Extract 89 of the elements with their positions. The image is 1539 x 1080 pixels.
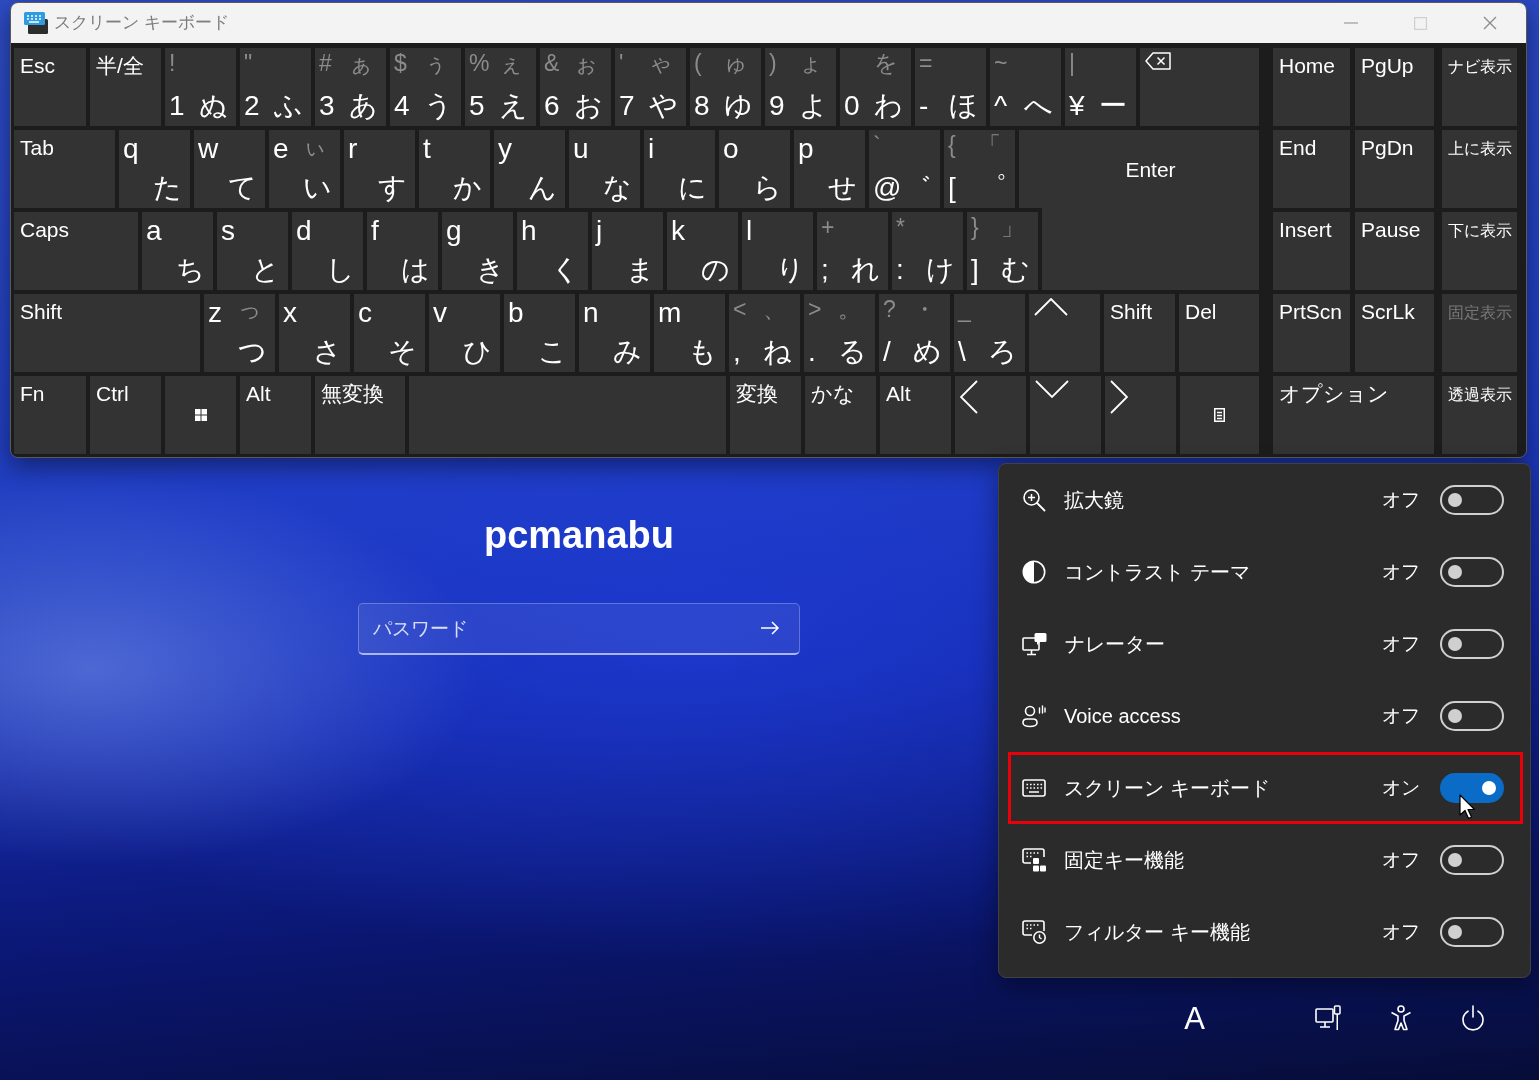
- keyboard-key[interactable]: b こ: [504, 294, 575, 372]
- chevron-up-icon: [1034, 298, 1068, 316]
- keyboard-key[interactable]: ? ・ / め: [879, 294, 950, 372]
- keyboard-key[interactable]: { 「 [ ゜: [944, 130, 1015, 208]
- keyboard-key[interactable]: p せ: [794, 130, 865, 208]
- keyboard-key[interactable]: [165, 376, 236, 454]
- keyboard-key[interactable]: Tab: [14, 130, 115, 208]
- toggle-state-label: オフ: [1382, 919, 1420, 944]
- keyboard-key[interactable]: * : け: [892, 212, 963, 290]
- keyboard-key[interactable]: End: [1273, 130, 1350, 208]
- keyboard-key[interactable]: Pause: [1355, 212, 1434, 290]
- chevron-left-icon: [960, 380, 978, 414]
- toggle-state-label: オフ: [1382, 559, 1420, 584]
- keyboard-key[interactable]: + ; れ: [817, 212, 888, 290]
- toggle-switch[interactable]: [1440, 773, 1504, 803]
- keyboard-key[interactable]: PrtScn: [1273, 294, 1350, 372]
- input-mode-indicator[interactable]: A: [1184, 1002, 1205, 1034]
- keyboard-key[interactable]: PgUp: [1355, 48, 1434, 126]
- chevron-right-icon: [1110, 380, 1128, 414]
- keyboard-blocks-icon: [1022, 848, 1046, 872]
- keyboard-key[interactable]: _ \ ろ: [954, 294, 1025, 372]
- keyboard-key[interactable]: 無変換: [315, 376, 405, 454]
- power-icon[interactable]: [1461, 1005, 1485, 1031]
- keyboard-key[interactable]: } 」 ] む: [967, 212, 1038, 290]
- setting-label: コントラスト テーマ: [1064, 560, 1250, 585]
- keyboard-key[interactable]: ~ ^ へ: [990, 48, 1061, 126]
- window-title: スクリーン キーボード: [54, 12, 229, 35]
- accessibility-icon[interactable]: [1390, 1005, 1412, 1031]
- arrow-right-icon[interactable]: [760, 620, 780, 636]
- monitor-speech-icon: [1022, 632, 1047, 656]
- chevron-down-icon: [1035, 380, 1069, 398]
- keyboard-key[interactable]: ScrLk: [1355, 294, 1434, 372]
- keyboard-key[interactable]: Shift: [1104, 294, 1175, 372]
- monitor-plug-icon[interactable]: [1315, 1005, 1341, 1031]
- keyboard-clock-icon: [1022, 920, 1046, 944]
- keyboard-key[interactable]: かな: [805, 376, 876, 454]
- setting-label: Voice access: [1064, 704, 1181, 729]
- keyboard-key[interactable]: Ctrl: [90, 376, 161, 454]
- keyboard-key[interactable]: v ひ: [429, 294, 500, 372]
- setting-label: 固定キー機能: [1064, 848, 1184, 873]
- contrast-icon: [1022, 560, 1046, 584]
- keyboard-key[interactable]: < 、 , ね: [729, 294, 800, 372]
- username: pcmanabu: [482, 513, 675, 558]
- keyboard-key[interactable]: | ¥ ー: [1065, 48, 1136, 126]
- keyboard-key[interactable]: > 。 . る: [804, 294, 875, 372]
- close-icon[interactable]: [1483, 16, 1497, 30]
- keyboard-key[interactable]: 下に表示: [1442, 212, 1517, 290]
- keyboard-key[interactable]: 変換: [730, 376, 801, 454]
- four-squares-icon: [194, 409, 207, 421]
- keyboard-icon: [1022, 779, 1046, 797]
- keyboard-key[interactable]: Del: [1179, 294, 1259, 372]
- keyboard-key[interactable]: 上に表示: [1442, 130, 1517, 208]
- keyboard-key[interactable]: ` @゛: [869, 130, 940, 208]
- keyboard-key[interactable]: Insert: [1273, 212, 1350, 290]
- setting-label: フィルター キー機能: [1064, 920, 1250, 945]
- keyboard-key[interactable]: オプション: [1273, 376, 1434, 454]
- setting-label: スクリーン キーボード: [1064, 776, 1270, 801]
- setting-label: 拡大鏡: [1064, 488, 1124, 513]
- person-voice-icon: [1022, 704, 1046, 728]
- keyboard-key[interactable]: ナビ表示: [1442, 48, 1517, 126]
- keyboard-key[interactable]: Alt: [880, 376, 951, 454]
- toggle-state-label: オフ: [1382, 703, 1420, 728]
- setting-label: ナレーター: [1065, 632, 1165, 657]
- keyboard-key[interactable]: m も: [654, 294, 725, 372]
- keyboard-key[interactable]: Home: [1273, 48, 1350, 126]
- keyboard-key[interactable]: l り: [742, 212, 813, 290]
- keyboard-key[interactable]: = - ほ: [915, 48, 986, 126]
- toggle-state-label: オフ: [1382, 847, 1420, 872]
- keyboard-key[interactable]: を 0 わ: [840, 48, 911, 126]
- backspace-icon: [1145, 52, 1171, 70]
- keyboard-icon: [24, 12, 48, 34]
- document-icon: [1214, 408, 1225, 422]
- toggle-state-label: オン: [1382, 775, 1420, 800]
- keyboard-key[interactable]: PgDn: [1355, 130, 1434, 208]
- keyboard-key[interactable]: c そ: [354, 294, 425, 372]
- mouse-pointer-icon: [1459, 794, 1476, 820]
- keyboard-key[interactable]: Esc: [14, 48, 86, 126]
- keyboard-key[interactable]: Shift: [14, 294, 200, 372]
- keyboard-key[interactable]: Fn: [14, 376, 86, 454]
- keyboard-key[interactable]: n み: [579, 294, 650, 372]
- magnifier-icon: [1022, 488, 1046, 512]
- toggle-state-label: オフ: [1382, 631, 1420, 656]
- keyboard-key[interactable]: 半/全: [90, 48, 161, 126]
- toggle-state-label: オフ: [1382, 487, 1420, 512]
- keyboard-key[interactable]: Caps: [14, 212, 138, 290]
- keyboard-key[interactable]: Alt: [240, 376, 311, 454]
- keyboard-key[interactable]: x さ: [279, 294, 350, 372]
- keyboard-key[interactable]: 透過表示: [1442, 376, 1517, 454]
- keyboard-key[interactable]: z っ つ: [204, 294, 275, 372]
